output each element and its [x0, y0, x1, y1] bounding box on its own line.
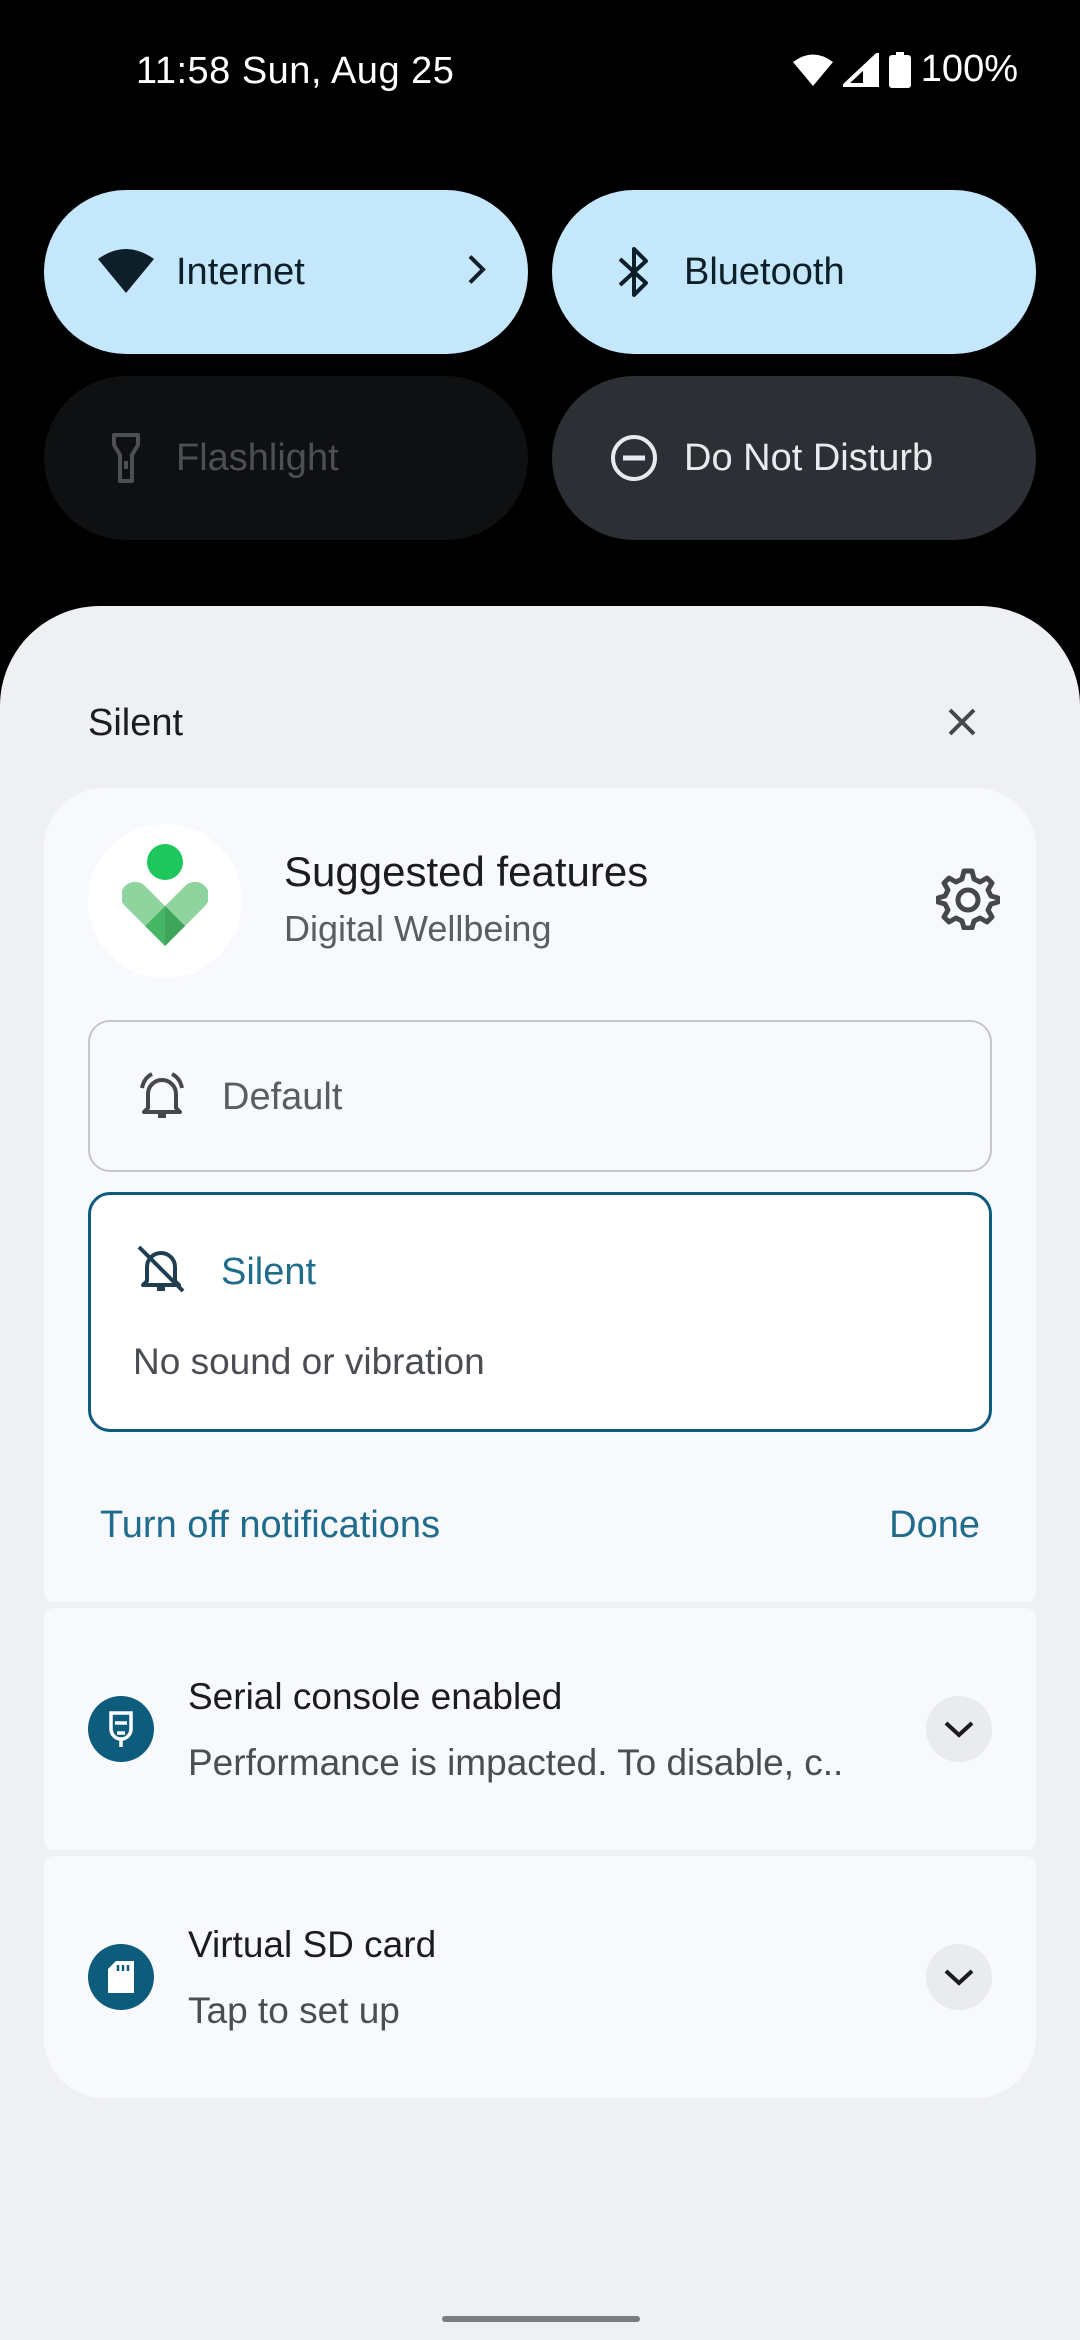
wifi-icon	[792, 53, 833, 87]
expand-chevron-icon[interactable]	[926, 1944, 992, 2010]
sd-card-icon	[88, 1944, 154, 2010]
option-silent-label: Silent	[221, 1251, 317, 1293]
bell-off-icon	[133, 1241, 189, 1302]
tile-label: Do Not Disturb	[684, 436, 934, 479]
notification-title: Virtual SD card	[188, 1924, 437, 1965]
chevron-right-icon	[466, 253, 488, 292]
notification-text: Tap to set up	[188, 1990, 400, 2031]
option-default[interactable]: Default	[88, 1020, 992, 1172]
notification-title: Serial console enabled	[188, 1676, 563, 1717]
status-bar: 11:58 Sun, Aug 25 100%	[0, 0, 1080, 150]
do-not-disturb-icon	[602, 426, 666, 490]
notification-shade: Silent Suggested features Digital Wellbe…	[0, 606, 1080, 2340]
tile-bluetooth[interactable]: Bluetooth	[552, 190, 1036, 354]
bell-ringing-icon	[134, 1068, 190, 1129]
turn-off-notifications-button[interactable]: Turn off notifications	[100, 1504, 440, 1547]
notification-text: Performance is impacted. To disable, c..	[188, 1742, 844, 1783]
tile-label: Internet	[176, 250, 305, 293]
tile-flashlight[interactable]: Flashlight	[44, 376, 528, 540]
shade-header: Silent	[88, 702, 184, 744]
flashlight-icon	[94, 426, 158, 490]
notification-settings-card: Suggested features Digital Wellbeing Def…	[44, 788, 1036, 1602]
battery-percent: 100%	[920, 48, 1018, 90]
status-time-date: 11:58 Sun, Aug 25	[136, 50, 455, 92]
option-silent-description: No sound or vibration	[133, 1341, 485, 1382]
expand-chevron-icon[interactable]	[926, 1696, 992, 1762]
option-default-label: Default	[222, 1076, 343, 1118]
notification-serial-console[interactable]: Serial console enabled Performance is im…	[44, 1608, 1036, 1850]
close-icon[interactable]	[940, 700, 984, 744]
cell-signal-icon	[842, 52, 879, 87]
notification-virtual-sd-card[interactable]: Virtual SD card Tap to set up	[44, 1856, 1036, 2098]
option-silent[interactable]: Silent No sound or vibration	[88, 1192, 992, 1432]
bluetooth-icon	[602, 240, 666, 304]
wifi-icon	[94, 240, 158, 304]
gear-icon[interactable]	[935, 866, 1001, 931]
app-name: Digital Wellbeing	[284, 908, 552, 949]
tile-label: Bluetooth	[684, 250, 845, 293]
done-button[interactable]: Done	[889, 1504, 980, 1547]
tile-internet[interactable]: Internet	[44, 190, 528, 354]
tile-label: Flashlight	[176, 436, 339, 479]
tile-do-not-disturb[interactable]: Do Not Disturb	[552, 376, 1036, 540]
battery-icon	[888, 51, 911, 88]
serial-console-icon	[88, 1696, 154, 1762]
home-gesture-bar[interactable]	[442, 2316, 640, 2322]
status-icons: 100%	[792, 48, 1018, 91]
digital-wellbeing-app-icon	[88, 824, 242, 978]
notification-title: Suggested features	[284, 848, 649, 895]
